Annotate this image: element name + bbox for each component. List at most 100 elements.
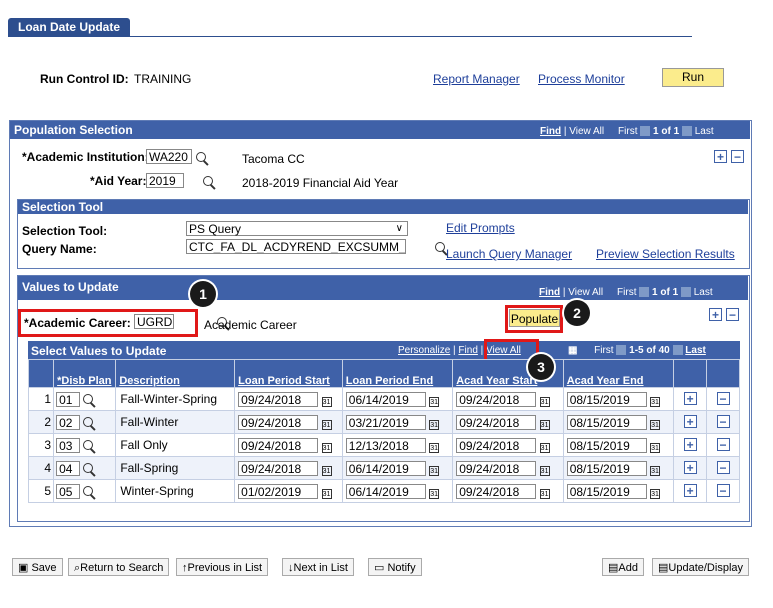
- next-arrow-icon[interactable]: [680, 287, 691, 298]
- acad-start-input[interactable]: 09/24/2018: [456, 460, 537, 476]
- acad-end-input[interactable]: 08/15/2019: [566, 391, 647, 407]
- first-arrow-icon[interactable]: [640, 126, 651, 137]
- disb-plan-lookup-icon[interactable]: [83, 416, 94, 427]
- values-find-link[interactable]: Find: [539, 287, 560, 298]
- acad-start-input[interactable]: 09/24/2018: [456, 437, 537, 453]
- academic-career-input[interactable]: UGRD: [134, 314, 174, 329]
- update-display-button[interactable]: ▤Update/Display: [652, 558, 749, 576]
- query-name-input[interactable]: CTC_FA_DL_ACDYREND_EXCSUMM_T: [186, 239, 406, 254]
- return-to-search-button[interactable]: ⌕Return to Search: [68, 558, 170, 576]
- calendar-icon[interactable]: 31: [650, 442, 661, 453]
- acad-end-input[interactable]: 08/15/2019: [566, 437, 647, 453]
- delete-row-icon[interactable]: −: [716, 392, 730, 405]
- disb-plan-input[interactable]: 02: [56, 414, 81, 430]
- loan-end-input[interactable]: 03/21/2019: [345, 414, 426, 430]
- save-button[interactable]: ▣ Save: [12, 558, 63, 576]
- delete-row-icon[interactable]: −: [716, 461, 730, 474]
- grid-find-link[interactable]: Find: [458, 345, 477, 356]
- disb-plan-lookup-icon[interactable]: [83, 485, 94, 496]
- population-view-all[interactable]: View All: [569, 126, 604, 137]
- loan-start-input[interactable]: 09/24/2018: [238, 460, 319, 476]
- acad-start-input[interactable]: 09/24/2018: [456, 414, 537, 430]
- process-monitor-link[interactable]: Process Monitor: [538, 72, 625, 86]
- calendar-icon[interactable]: 31: [429, 396, 440, 407]
- loan-start-input[interactable]: 01/02/2019: [238, 483, 319, 499]
- disb-plan-input[interactable]: 05: [56, 483, 81, 499]
- loan-end-input[interactable]: 06/14/2019: [345, 483, 426, 499]
- run-button[interactable]: Run: [662, 68, 724, 87]
- delete-row-icon[interactable]: −: [716, 415, 730, 428]
- preview-selection-results-link[interactable]: Preview Selection Results: [596, 247, 735, 261]
- calendar-icon[interactable]: 31: [650, 488, 661, 499]
- col-description[interactable]: Description: [115, 359, 236, 388]
- loan-start-input[interactable]: 09/24/2018: [238, 391, 319, 407]
- calendar-icon[interactable]: 31: [429, 442, 440, 453]
- delete-row-icon[interactable]: −: [716, 438, 730, 451]
- acad-end-input[interactable]: 08/15/2019: [566, 460, 647, 476]
- add-row-icon[interactable]: +: [714, 150, 727, 163]
- loan-start-input[interactable]: 09/24/2018: [238, 437, 319, 453]
- query-lookup-icon[interactable]: [434, 242, 445, 252]
- personalize-link[interactable]: Personalize: [398, 345, 450, 356]
- next-in-list-button[interactable]: ↓Next in List: [282, 558, 354, 576]
- notify-button[interactable]: ▭ Notify: [368, 558, 422, 576]
- population-find-link[interactable]: Find: [540, 126, 561, 137]
- next-arrow-icon[interactable]: [681, 126, 692, 137]
- col-disb-plan[interactable]: *Disb Plan: [53, 359, 117, 388]
- col-loan-end[interactable]: Loan Period End: [341, 359, 454, 388]
- tab-loan-date-update[interactable]: Loan Date Update: [8, 18, 131, 36]
- institution-lookup-icon[interactable]: [196, 152, 206, 162]
- loan-start-input[interactable]: 09/24/2018: [238, 414, 319, 430]
- populate-button[interactable]: Populate: [509, 309, 560, 327]
- edit-prompts-link[interactable]: Edit Prompts: [446, 221, 515, 235]
- values-first[interactable]: First: [617, 287, 636, 298]
- calendar-icon[interactable]: 31: [429, 465, 440, 476]
- grid-last[interactable]: Last: [685, 345, 706, 356]
- aid-year-lookup-icon[interactable]: [203, 176, 214, 186]
- calendar-icon[interactable]: 31: [321, 442, 332, 453]
- disb-plan-input[interactable]: 03: [56, 437, 81, 453]
- acad-end-input[interactable]: 08/15/2019: [566, 414, 647, 430]
- calendar-icon[interactable]: 31: [539, 442, 550, 453]
- launch-query-manager-link[interactable]: Launch Query Manager: [446, 247, 572, 261]
- calendar-icon[interactable]: 31: [539, 465, 550, 476]
- add-row-icon[interactable]: +: [683, 484, 697, 497]
- loan-end-input[interactable]: 12/13/2018: [345, 437, 426, 453]
- add-button[interactable]: ▤Add: [602, 558, 644, 576]
- first-arrow-icon[interactable]: [616, 345, 627, 356]
- institution-input[interactable]: WA220: [146, 149, 192, 164]
- first-arrow-icon[interactable]: [639, 287, 650, 298]
- values-view-all[interactable]: View All: [568, 287, 603, 298]
- population-last[interactable]: Last: [695, 126, 714, 137]
- next-arrow-icon[interactable]: [672, 345, 683, 356]
- delete-row-icon[interactable]: −: [726, 308, 739, 321]
- grid-icon[interactable]: ▦: [568, 345, 577, 356]
- calendar-icon[interactable]: 31: [429, 488, 440, 499]
- calendar-icon[interactable]: 31: [650, 396, 661, 407]
- acad-end-input[interactable]: 08/15/2019: [566, 483, 647, 499]
- population-first[interactable]: First: [618, 126, 637, 137]
- delete-row-icon[interactable]: −: [716, 484, 730, 497]
- acad-start-input[interactable]: 09/24/2018: [456, 483, 537, 499]
- add-row-icon[interactable]: +: [683, 438, 697, 451]
- acad-start-input[interactable]: 09/24/2018: [456, 391, 537, 407]
- disb-plan-input[interactable]: 04: [56, 460, 81, 476]
- disb-plan-lookup-icon[interactable]: [83, 439, 94, 450]
- calendar-icon[interactable]: 31: [321, 396, 332, 407]
- add-row-icon[interactable]: +: [709, 308, 722, 321]
- calendar-icon[interactable]: 31: [321, 419, 332, 430]
- calendar-icon[interactable]: 31: [539, 396, 550, 407]
- calendar-icon[interactable]: 31: [321, 465, 332, 476]
- add-row-icon[interactable]: +: [683, 415, 697, 428]
- disb-plan-lookup-icon[interactable]: [83, 393, 94, 404]
- values-last[interactable]: Last: [694, 287, 713, 298]
- col-loan-start[interactable]: Loan Period Start: [234, 359, 343, 388]
- report-manager-link[interactable]: Report Manager: [433, 72, 520, 86]
- disb-plan-input[interactable]: 01: [56, 391, 81, 407]
- col-acad-end[interactable]: Acad Year End: [562, 359, 675, 388]
- previous-in-list-button[interactable]: ↑Previous in List: [176, 558, 269, 576]
- loan-end-input[interactable]: 06/14/2019: [345, 391, 426, 407]
- calendar-icon[interactable]: 31: [650, 419, 661, 430]
- calendar-icon[interactable]: 31: [539, 488, 550, 499]
- add-row-icon[interactable]: +: [683, 392, 697, 405]
